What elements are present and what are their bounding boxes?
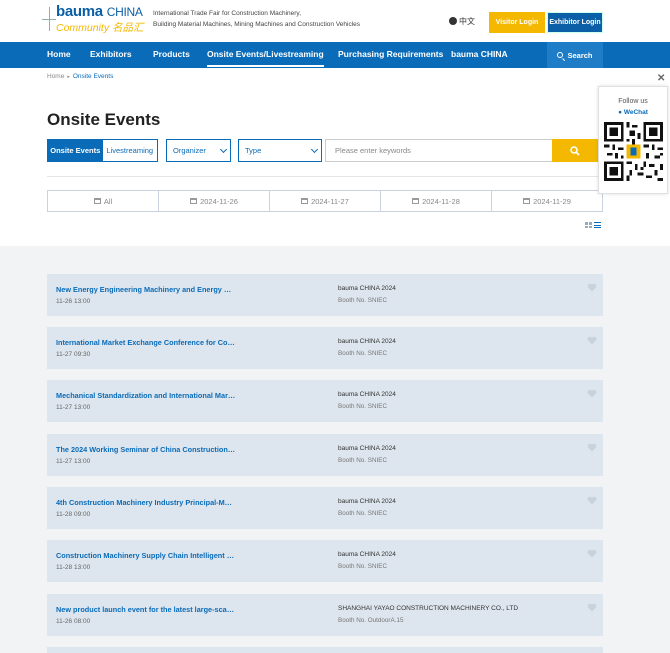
nav-search-button[interactable]: Search — [547, 42, 603, 68]
logo-title: bauma CHINA — [56, 3, 143, 20]
event-booth: Booth No. SNIEC — [338, 510, 387, 517]
view-toggle — [585, 222, 601, 228]
event-card[interactable]: 4th Construction Machinery Industry Prin… — [47, 487, 603, 529]
date-filter-2024-11-27[interactable]: 2024-11-27 — [270, 191, 381, 211]
event-organizer: bauma CHINA 2024 — [338, 498, 396, 505]
event-card[interactable]: The 2024 Working Seminar of China Constr… — [47, 434, 603, 476]
event-booth: Booth No. SNIEC — [338, 457, 387, 464]
event-organizer: bauma CHINA 2024 — [338, 285, 396, 292]
event-organizer: bauma CHINA 2024 — [338, 338, 396, 345]
event-booth: Booth No. SNIEC — [338, 403, 387, 410]
event-type-tabs: Onsite Events Livestreaming — [47, 139, 158, 162]
language-switcher[interactable]: 中文 — [449, 16, 475, 27]
date-filter-all[interactable]: All — [48, 191, 159, 211]
event-time: 11-28 13:00 — [56, 564, 91, 571]
calendar-icon — [412, 198, 420, 204]
top-header: bauma CHINA Community 名品汇 International … — [0, 0, 670, 42]
date-filter-2024-11-29[interactable]: 2024-11-29 — [492, 191, 602, 211]
organizer-select[interactable]: Organizer — [166, 139, 231, 162]
date-filter-row: All 2024-11-26 2024-11-27 2024-11-28 202… — [47, 190, 603, 212]
globe-icon — [449, 17, 457, 25]
search-icon — [557, 52, 564, 58]
event-card[interactable]: International Market Exchange Conference… — [47, 327, 603, 369]
type-select[interactable]: Type — [238, 139, 322, 162]
event-booth: Booth No. SNIEC — [338, 297, 387, 304]
heart-icon[interactable] — [587, 443, 597, 452]
event-title[interactable]: New product launch event for the latest … — [56, 605, 236, 614]
breadcrumb-separator-icon: ▸ — [67, 74, 70, 80]
event-booth: Booth No. SNIEC — [338, 563, 387, 570]
nav-exhibitors[interactable]: Exhibitors — [90, 49, 132, 59]
event-time: 11-26 08:00 — [56, 618, 91, 625]
list-view-icon[interactable] — [594, 222, 601, 228]
grid-view-icon[interactable] — [585, 222, 592, 228]
event-card[interactable]: New Energy Engineering Machinery and Ene… — [47, 274, 603, 316]
heart-icon[interactable] — [587, 496, 597, 505]
date-filter-2024-11-28[interactable]: 2024-11-28 — [381, 191, 492, 211]
breadcrumb: Home ▸ Onsite Events — [47, 73, 113, 80]
nav-onsite-events[interactable]: Onsite Events/Livestreaming — [207, 49, 324, 67]
page-title: Onsite Events — [47, 110, 161, 129]
event-organizer: SHANGHAI YAYAO CONSTRUCTION MACHINERY CO… — [338, 605, 519, 612]
calendar-icon — [190, 198, 198, 204]
search-icon — [570, 145, 580, 156]
follow-us-panel: Follow us ● WeChat — [598, 86, 668, 194]
calendar-icon — [301, 198, 309, 204]
event-title[interactable]: The 2024 Working Seminar of China Constr… — [56, 445, 236, 454]
event-organizer: bauma CHINA 2024 — [338, 445, 396, 452]
calendar-icon — [93, 198, 101, 204]
chevron-down-icon — [219, 145, 228, 154]
event-title[interactable]: 4th Construction Machinery Industry Prin… — [56, 498, 236, 507]
event-card[interactable]: Construction Machinery Supply Chain Inte… — [47, 540, 603, 582]
event-title[interactable]: Construction Machinery Supply Chain Inte… — [56, 551, 236, 560]
logo-subtitle: Community 名品汇 — [56, 22, 144, 34]
visitor-login-button[interactable]: Visitor Login — [489, 12, 545, 33]
event-title[interactable]: International Market Exchange Conference… — [56, 338, 236, 347]
heart-icon[interactable] — [587, 283, 597, 292]
tab-onsite-events[interactable]: Onsite Events — [48, 140, 103, 161]
date-filter-2024-11-26[interactable]: 2024-11-26 — [159, 191, 270, 211]
event-time: 11-27 13:00 — [56, 404, 91, 411]
event-card[interactable]: Mechanical Standardization and Internati… — [47, 380, 603, 422]
event-booth: Booth No. SNIEC — [338, 350, 387, 357]
nav-products[interactable]: Products — [153, 49, 190, 59]
heart-icon[interactable] — [587, 603, 597, 612]
event-title[interactable]: New Energy Engineering Machinery and Ene… — [56, 285, 236, 294]
breadcrumb-home[interactable]: Home — [47, 73, 64, 80]
logo-cross-mark — [42, 7, 56, 31]
event-time: 11-28 09:00 — [56, 511, 91, 518]
divider — [47, 176, 603, 177]
nav-purchasing-requirements[interactable]: Purchasing Requirements — [338, 49, 443, 59]
tab-livestreaming[interactable]: Livestreaming — [102, 140, 157, 161]
chevron-down-icon — [310, 145, 319, 154]
fair-tagline: International Trade Fair for Constructio… — [153, 10, 361, 28]
wechat-label: ● WeChat — [618, 109, 648, 116]
heart-icon[interactable] — [587, 336, 597, 345]
event-title[interactable]: Mechanical Standardization and Internati… — [56, 391, 236, 400]
keyword-search-button[interactable] — [552, 139, 598, 162]
heart-icon[interactable] — [587, 389, 597, 398]
event-time: 11-26 13:00 — [56, 298, 91, 305]
event-time: 11-27 09:30 — [56, 351, 91, 358]
follow-us-title: Follow us — [618, 98, 648, 105]
event-time: 11-27 13:00 — [56, 458, 91, 465]
exhibitor-login-button[interactable]: Exhibitor Login — [547, 12, 603, 33]
event-card[interactable]: New product launch event for the latest … — [47, 594, 603, 636]
calendar-icon — [523, 198, 531, 204]
event-card[interactable] — [47, 647, 603, 653]
main-nav: Home Exhibitors Products Onsite Events/L… — [0, 42, 670, 68]
event-organizer: bauma CHINA 2024 — [338, 391, 396, 398]
heart-icon[interactable] — [587, 549, 597, 558]
keyword-search-input[interactable] — [325, 139, 552, 162]
nav-home[interactable]: Home — [47, 49, 71, 59]
close-icon[interactable]: ✕ — [657, 73, 665, 84]
event-organizer: bauma CHINA 2024 — [338, 551, 396, 558]
bauma-china-logo[interactable]: bauma CHINA Community 名品汇 — [42, 3, 144, 35]
nav-bauma-china[interactable]: bauma CHINA — [451, 49, 508, 59]
wechat-qr-code — [604, 122, 663, 181]
breadcrumb-current: Onsite Events — [72, 73, 114, 80]
event-booth: Booth No. OutdoorA.15 — [338, 617, 404, 624]
